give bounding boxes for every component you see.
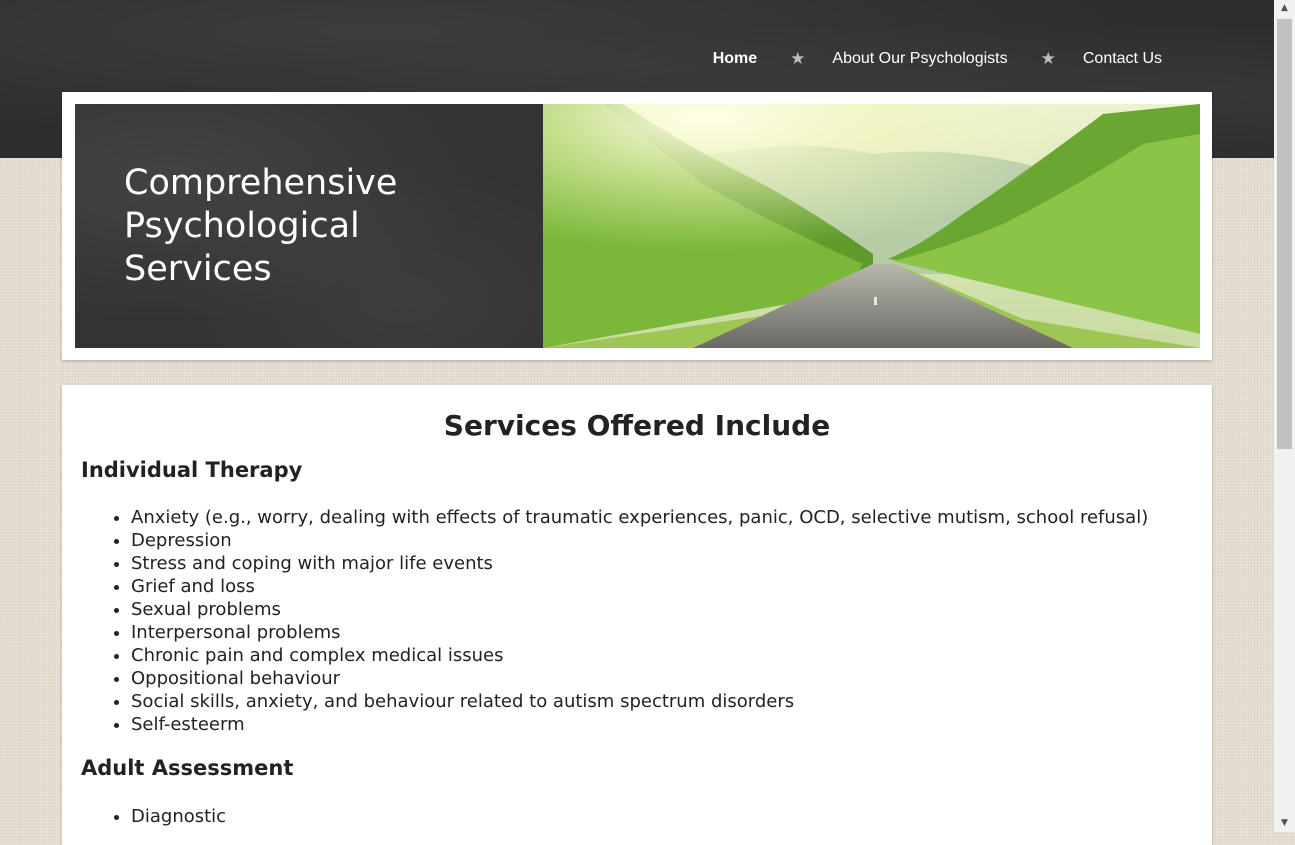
list-item: Sexual problems: [131, 598, 1148, 621]
scroll-down-arrow-icon[interactable]: ▼: [1274, 815, 1295, 832]
adult-assessment-list: Diagnostic: [81, 805, 226, 828]
star-separator-icon: ★: [1040, 49, 1056, 68]
list-item: Chronic pain and complex medical issues: [131, 644, 1148, 667]
list-item: Oppositional behaviour: [131, 667, 1148, 690]
page-heading: Services Offered Include: [443, 409, 831, 442]
list-item: Self-esteerm: [131, 713, 1148, 736]
list-item: Social skills, anxiety, and behaviour re…: [131, 690, 1148, 713]
list-item: Grief and loss: [131, 575, 1148, 598]
list-item: Interpersonal problems: [131, 621, 1148, 644]
scroll-up-arrow-icon[interactable]: ▲: [1274, 0, 1295, 17]
star-separator-icon: ★: [790, 49, 806, 68]
main-nav: Home ★ About Our Psychologists ★ Contact…: [713, 49, 1162, 69]
site-title: Comprehensive Psychological Services: [124, 163, 398, 289]
list-item: Anxiety (e.g., worry, dealing with effec…: [131, 506, 1148, 529]
services-content: Services Offered Include Individual Ther…: [62, 385, 1212, 845]
section-heading-adult-assessment: Adult Assessment: [81, 756, 294, 780]
list-item: Stress and coping with major life events: [131, 552, 1148, 575]
banner-road-image: [543, 104, 1200, 348]
chalkboard-panel: Comprehensive Psychological Services: [75, 104, 543, 348]
header-banner: Comprehensive Psychological Services: [62, 92, 1212, 360]
nav-home[interactable]: Home: [713, 50, 757, 68]
section-heading-individual-therapy: Individual Therapy: [81, 458, 303, 482]
scrollbar-thumb[interactable]: [1277, 19, 1292, 449]
road-landscape-image: [543, 104, 1200, 348]
nav-about-psychologists[interactable]: About Our Psychologists: [832, 50, 1007, 68]
list-item: Diagnostic: [131, 805, 226, 828]
nav-contact-us[interactable]: Contact Us: [1083, 50, 1162, 68]
vertical-scrollbar[interactable]: ▲ ▼: [1274, 0, 1295, 832]
individual-therapy-list: Anxiety (e.g., worry, dealing with effec…: [81, 506, 1148, 736]
list-item: Depression: [131, 529, 1148, 552]
